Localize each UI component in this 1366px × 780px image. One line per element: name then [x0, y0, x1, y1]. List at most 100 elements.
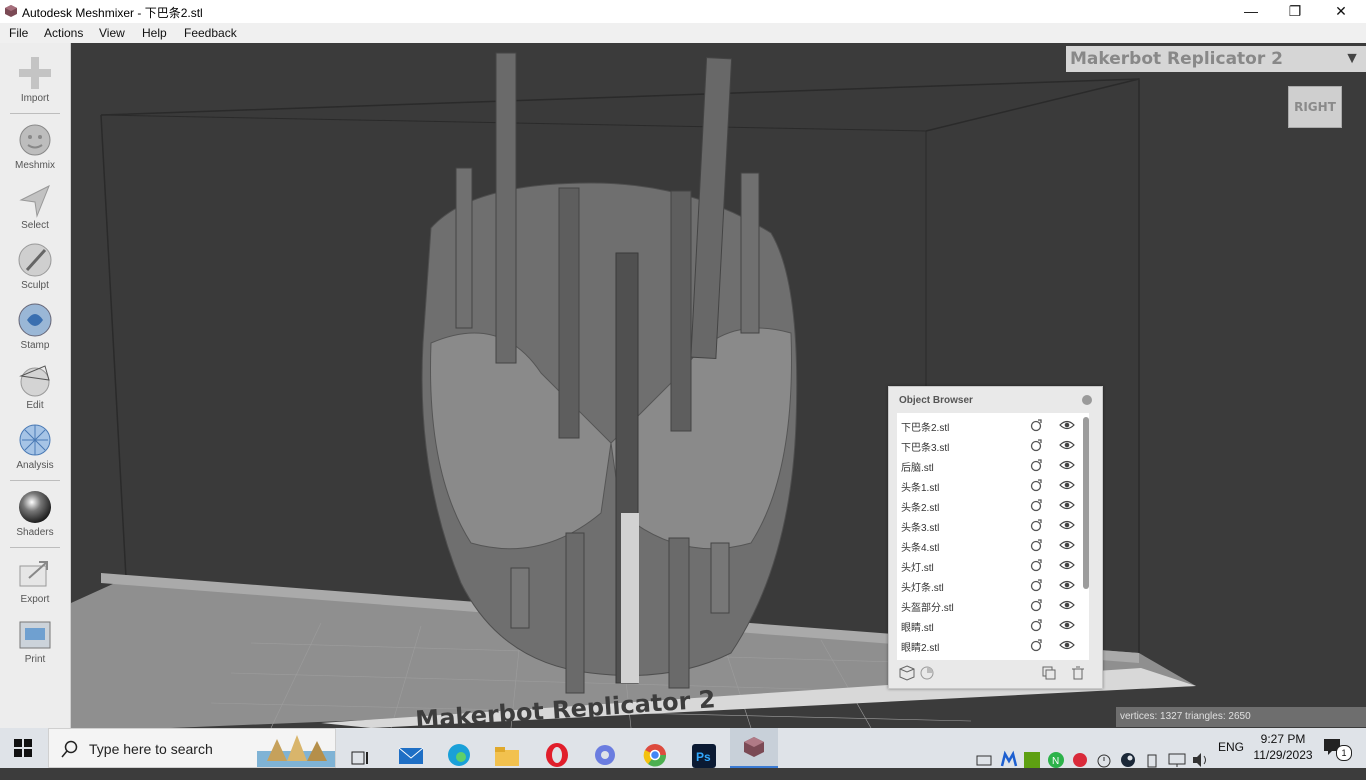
- trash-icon[interactable]: [1070, 665, 1086, 681]
- menu-actions[interactable]: Actions: [44, 26, 83, 40]
- duplicate-icon[interactable]: [1041, 665, 1057, 681]
- view-cube-face[interactable]: RIGHT: [1288, 86, 1342, 128]
- language-indicator[interactable]: ENG: [1218, 740, 1244, 780]
- nvidia-icon[interactable]: [1024, 740, 1040, 780]
- edit-sphere-icon: [19, 365, 50, 397]
- object-transform-icon[interactable]: [1029, 478, 1043, 492]
- visibility-eye-icon[interactable]: [1059, 618, 1075, 632]
- photoshop-icon[interactable]: Ps: [692, 736, 716, 776]
- network-icon[interactable]: [1168, 740, 1186, 780]
- visibility-eye-icon[interactable]: [1059, 638, 1075, 652]
- file-explorer-icon[interactable]: [494, 736, 520, 776]
- object-list-item[interactable]: 头灯.stl: [897, 555, 1079, 575]
- minimize-button[interactable]: —: [1228, 0, 1274, 23]
- notification-center[interactable]: 1: [1322, 737, 1352, 761]
- meshmixer-taskbar-button[interactable]: [730, 728, 778, 768]
- visibility-eye-icon[interactable]: [1059, 538, 1075, 552]
- windows-start-icon[interactable]: [14, 739, 32, 757]
- visibility-eye-icon[interactable]: [1059, 598, 1075, 612]
- visibility-eye-icon[interactable]: [1059, 578, 1075, 592]
- clock[interactable]: 9:27 PM 11/29/2023: [1252, 731, 1314, 771]
- object-list-item[interactable]: 头条4.stl: [897, 535, 1079, 555]
- taskbar-search[interactable]: Type here to search: [48, 728, 336, 768]
- object-transform-icon[interactable]: [1029, 578, 1043, 592]
- object-transform-icon[interactable]: [1029, 458, 1043, 472]
- n-app-icon[interactable]: N: [1048, 740, 1064, 780]
- tool-import[interactable]: Import: [0, 51, 70, 114]
- object-list-item[interactable]: 头条3.stl: [897, 515, 1079, 535]
- cube-icon[interactable]: [899, 665, 915, 681]
- visibility-eye-icon[interactable]: [1059, 498, 1075, 512]
- printer-selector[interactable]: Makerbot Replicator 2 ▼: [1066, 46, 1366, 72]
- object-list-item[interactable]: 头盔部分.stl: [897, 595, 1079, 615]
- tool-export[interactable]: Export: [0, 552, 70, 612]
- object-transform-icon[interactable]: [1029, 638, 1043, 652]
- meshmixer-app-icon: [744, 737, 764, 757]
- object-browser-panel: Object Browser 下巴条2.stl 下巴条3.stl 后脑.stl 头条1…: [888, 386, 1103, 689]
- object-transform-icon[interactable]: [1029, 598, 1043, 612]
- close-button[interactable]: ✕: [1318, 0, 1364, 23]
- view-cube[interactable]: RIGHT: [1286, 78, 1342, 128]
- scrollbar[interactable]: [1083, 417, 1089, 589]
- object-browser-footer: [889, 663, 1102, 685]
- copilot-icon[interactable]: [592, 735, 618, 775]
- volume-icon[interactable]: [1192, 740, 1210, 780]
- visibility-eye-icon[interactable]: [1059, 558, 1075, 572]
- object-name: 头条2.stl: [901, 503, 940, 514]
- menu-bar: File Actions View Help Feedback: [0, 23, 1366, 43]
- tool-print[interactable]: Print: [0, 612, 70, 672]
- opera-icon[interactable]: [544, 735, 570, 775]
- tool-label: Export: [20, 594, 50, 605]
- chrome-icon[interactable]: [642, 735, 668, 775]
- mail-icon[interactable]: [398, 736, 424, 776]
- brush-icon: [18, 243, 52, 277]
- visibility-eye-icon[interactable]: [1059, 438, 1075, 452]
- task-view-icon[interactable]: [350, 738, 370, 778]
- object-transform-icon[interactable]: [1029, 618, 1043, 632]
- object-list-item[interactable]: 头条2.stl: [897, 495, 1079, 515]
- malwarebytes-icon[interactable]: [1000, 740, 1018, 780]
- object-list-item[interactable]: 眼睛.stl: [897, 615, 1079, 635]
- pie-icon[interactable]: [919, 665, 935, 681]
- visibility-eye-icon[interactable]: [1059, 478, 1075, 492]
- object-list-item[interactable]: 下巴条2.stl: [897, 415, 1079, 435]
- tool-label: Import: [20, 93, 50, 104]
- close-panel-icon[interactable]: [1082, 395, 1092, 405]
- maximize-button[interactable]: ❐: [1272, 0, 1318, 23]
- windows-taskbar: Type here to search Ps N ENG 9:27 PM 11/…: [0, 728, 1366, 768]
- object-list-item[interactable]: 头灯条.stl: [897, 575, 1079, 595]
- tool-select[interactable]: Select: [0, 178, 70, 238]
- menu-feedback[interactable]: Feedback: [184, 26, 237, 40]
- tray-device-icon[interactable]: [976, 740, 992, 780]
- tool-shaders[interactable]: Shaders: [0, 485, 70, 548]
- steam-icon[interactable]: [1120, 740, 1136, 780]
- object-list-item[interactable]: 眼睛2.stl: [897, 635, 1079, 655]
- visibility-eye-icon[interactable]: [1059, 418, 1075, 432]
- visibility-eye-icon[interactable]: [1059, 518, 1075, 532]
- tool-stamp[interactable]: Stamp: [0, 298, 70, 358]
- menu-help[interactable]: Help: [142, 26, 167, 40]
- object-name: 头条1.stl: [901, 483, 940, 494]
- object-transform-icon[interactable]: [1029, 518, 1043, 532]
- object-transform-icon[interactable]: [1029, 418, 1043, 432]
- clock-alarm-icon[interactable]: [1096, 740, 1112, 780]
- usb-device-icon[interactable]: [1146, 740, 1158, 780]
- tool-edit[interactable]: Edit: [0, 358, 70, 418]
- tool-sculpt[interactable]: Sculpt: [0, 238, 70, 298]
- tool-meshmix[interactable]: Meshmix: [0, 118, 70, 178]
- object-list-item[interactable]: 后脑.stl: [897, 455, 1079, 475]
- edge-browser-icon[interactable]: [446, 735, 472, 775]
- object-transform-icon[interactable]: [1029, 538, 1043, 552]
- object-transform-icon[interactable]: [1029, 498, 1043, 512]
- object-list-item[interactable]: 头条1.stl: [897, 475, 1079, 495]
- object-transform-icon[interactable]: [1029, 558, 1043, 572]
- visibility-eye-icon[interactable]: [1059, 458, 1075, 472]
- object-list-item[interactable]: 下巴条3.stl: [897, 435, 1079, 455]
- red-tray-app-icon[interactable]: [1072, 740, 1088, 780]
- menu-view[interactable]: View: [99, 26, 125, 40]
- object-transform-icon[interactable]: [1029, 438, 1043, 452]
- tool-analysis[interactable]: Analysis: [0, 418, 70, 481]
- 3d-viewport[interactable]: Makerbot Replicator 2: [71, 43, 1366, 728]
- menu-file[interactable]: File: [9, 26, 28, 40]
- printer-name: Makerbot Replicator 2: [1070, 49, 1283, 69]
